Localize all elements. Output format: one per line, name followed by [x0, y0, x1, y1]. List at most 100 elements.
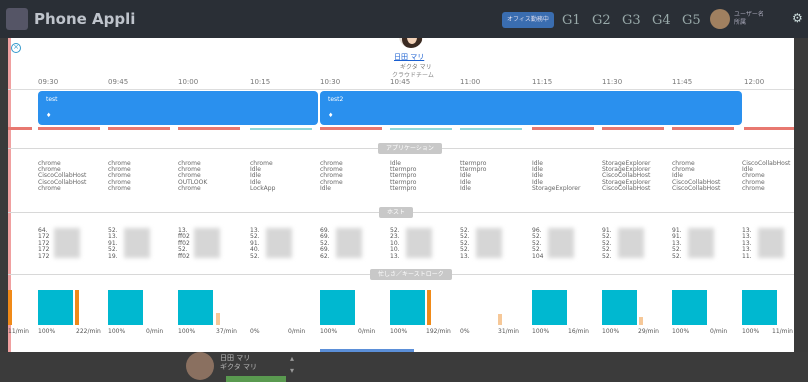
redacted-block [194, 228, 220, 258]
app-logo-icon [6, 8, 28, 30]
section-label-busy: 忙しさ／キーストローク [370, 269, 452, 280]
status-pill[interactable]: オフィス勤務中 [502, 12, 554, 28]
keystroke-rate: 11/min [8, 328, 29, 335]
busy-bar [672, 290, 707, 325]
keystroke-rate: 37/min [216, 328, 237, 335]
busy-bar [320, 290, 355, 325]
time-label: 11:30 [602, 78, 623, 86]
app-name: chrome [742, 184, 765, 192]
app-name: chrome [38, 184, 61, 192]
app-column: CiscoCollabHost Idle chrome chrome chrome [742, 160, 790, 192]
section-label-apps: アプリケーション [378, 143, 442, 154]
event-title: test2 [328, 96, 344, 103]
keystroke-rate: 0/min [710, 328, 728, 335]
app-name: Idle [320, 184, 331, 192]
activity-strip [8, 127, 32, 130]
location-pin-icon: ♦ [46, 112, 52, 119]
keystroke-rate: 222/min [76, 328, 101, 335]
busy-bar [602, 290, 637, 325]
location-pin-icon: ♦ [328, 112, 334, 119]
avatar[interactable] [186, 352, 214, 380]
app-title: Phone Appli [34, 10, 136, 28]
group-tab-1[interactable]: G1 [562, 13, 581, 28]
scroll-indicator[interactable] [320, 349, 414, 352]
keystroke-rate: 0/min [358, 328, 376, 335]
profile-avatar [397, 38, 425, 50]
calendar-event[interactable]: test2 ♦ [320, 91, 742, 125]
app-column: chrome chrome chrome OUTLOOK chrome [178, 160, 207, 192]
activity-strip [532, 127, 594, 130]
busy-percent: 0% [250, 328, 260, 335]
section-label-host: ホスト [379, 207, 414, 218]
chevron-up-icon[interactable]: ▴ [290, 354, 294, 363]
host-column: 91. 91. 13. 52. 52. [672, 227, 722, 260]
keystroke-bar [498, 314, 502, 325]
host-column: 52. 13. 91. 52. 19. [108, 227, 158, 260]
app-name: Idle [460, 184, 471, 192]
app-column: chrome chrome CiscoCollabHost CiscoCollabHo… [38, 160, 86, 192]
redacted-block [336, 228, 362, 258]
busy-bar [742, 290, 777, 325]
member-kana: ギクタ マリ [220, 363, 257, 371]
group-tab-4[interactable]: G4 [652, 13, 671, 28]
activity-strip [390, 128, 452, 130]
time-label: 10:45 [390, 78, 411, 86]
app-column: chrome Idle Idle Idle LockApp [250, 160, 275, 192]
group-tab-5[interactable]: G5 [682, 13, 701, 28]
user-avatar[interactable] [710, 9, 730, 29]
busy-percent: 100% [38, 328, 56, 335]
redacted-block [476, 228, 502, 258]
keystroke-bar [639, 317, 643, 325]
activity-strip [672, 127, 734, 130]
busy-percent: 100% [742, 328, 760, 335]
busy-percent: 100% [390, 328, 408, 335]
gear-icon[interactable]: ⚙ [792, 11, 803, 25]
keystroke-bar [8, 290, 12, 325]
app-column: chrome chrome chrome chrome Idle [320, 160, 343, 192]
activity-strip [178, 127, 240, 130]
time-label: 09:30 [38, 78, 59, 86]
group-tab-3[interactable]: G3 [622, 13, 641, 28]
host-column: 13. ff02 ff02 52. ff02 [178, 227, 228, 260]
time-label: 10:15 [250, 78, 271, 86]
time-label: 10:30 [320, 78, 341, 86]
host-column: 52. 23. 10. 10. 13. [390, 227, 440, 260]
host-column: 64. 172 172 172 172 [38, 227, 88, 260]
keystroke-rate: 16/min [568, 328, 589, 335]
activity-strip [250, 128, 312, 130]
app-column: chrome chrome Idle CiscoCollabHost CiscoColl… [672, 160, 721, 192]
busy-bar [532, 290, 567, 325]
app-column: ttermpro ttermpro Idle Idle Idle [460, 160, 486, 192]
busy-bar [390, 290, 425, 325]
user-info: ユーザー名 所属 [734, 11, 764, 27]
app-name: chrome [178, 184, 201, 192]
redacted-block [406, 228, 432, 258]
calendar-event[interactable]: test ♦ [38, 91, 318, 125]
group-tab-2[interactable]: G2 [592, 13, 611, 28]
time-label: 11:15 [532, 78, 553, 86]
redacted-block [758, 228, 784, 258]
timeline-rule [8, 89, 794, 90]
profile-name-link[interactable]: 日田 マリ [394, 52, 424, 62]
redacted-block [618, 228, 644, 258]
keystroke-rate: 11/min [772, 328, 793, 335]
time-label: 11:45 [672, 78, 693, 86]
time-label: 12:00 [744, 78, 765, 86]
host-column: 91. 52. 52. 52. 52. [602, 227, 652, 260]
app-name: chrome [108, 184, 131, 192]
keystroke-rate: 192/min [426, 328, 451, 335]
redacted-block [124, 228, 150, 258]
time-label: 10:00 [178, 78, 199, 86]
app-name: CiscoCollabHost [672, 184, 721, 192]
background-list [0, 352, 808, 382]
activity-strip [320, 127, 382, 130]
app-column: chrome chrome chrome chrome chrome [108, 160, 131, 192]
close-icon[interactable]: × [11, 43, 21, 53]
busy-percent: 100% [602, 328, 620, 335]
busy-bar [108, 290, 143, 325]
app-name: ttermpro [390, 184, 417, 192]
host-column: 13. 13. 13. 13. 11. [742, 227, 792, 260]
redacted-block [266, 228, 292, 258]
chevron-down-icon[interactable]: ▾ [290, 366, 294, 375]
user-dept: 所属 [734, 19, 747, 26]
